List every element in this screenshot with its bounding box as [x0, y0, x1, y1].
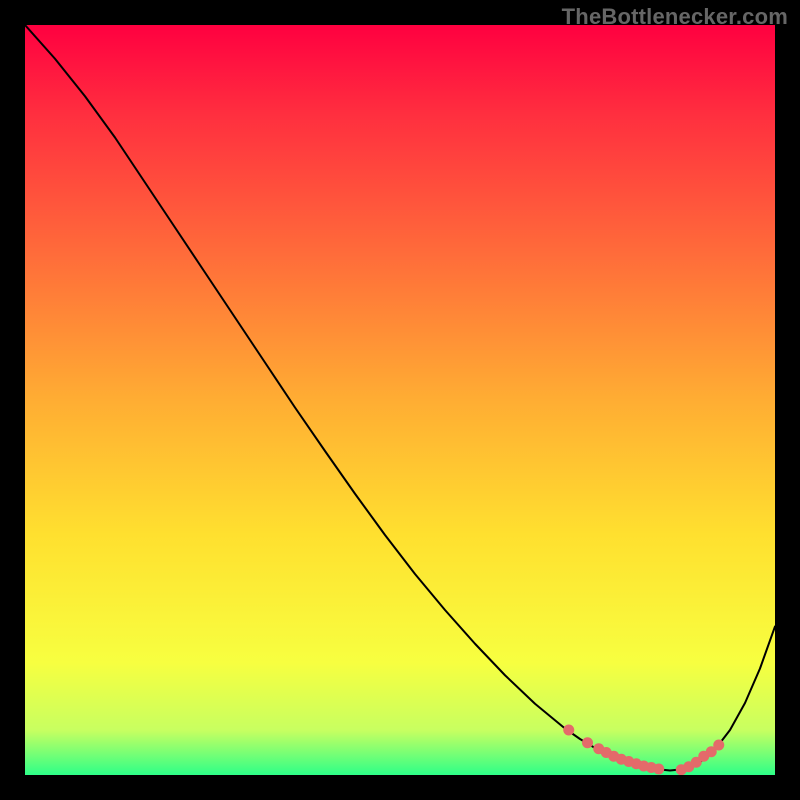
watermark-text: TheBottlenecker.com — [562, 4, 788, 30]
optimal-point — [563, 725, 574, 736]
gradient-bg — [25, 25, 775, 775]
optimal-point — [653, 764, 664, 775]
chart-plot-area — [25, 25, 775, 775]
chart-svg — [25, 25, 775, 775]
optimal-point — [582, 737, 593, 748]
optimal-point — [713, 740, 724, 751]
